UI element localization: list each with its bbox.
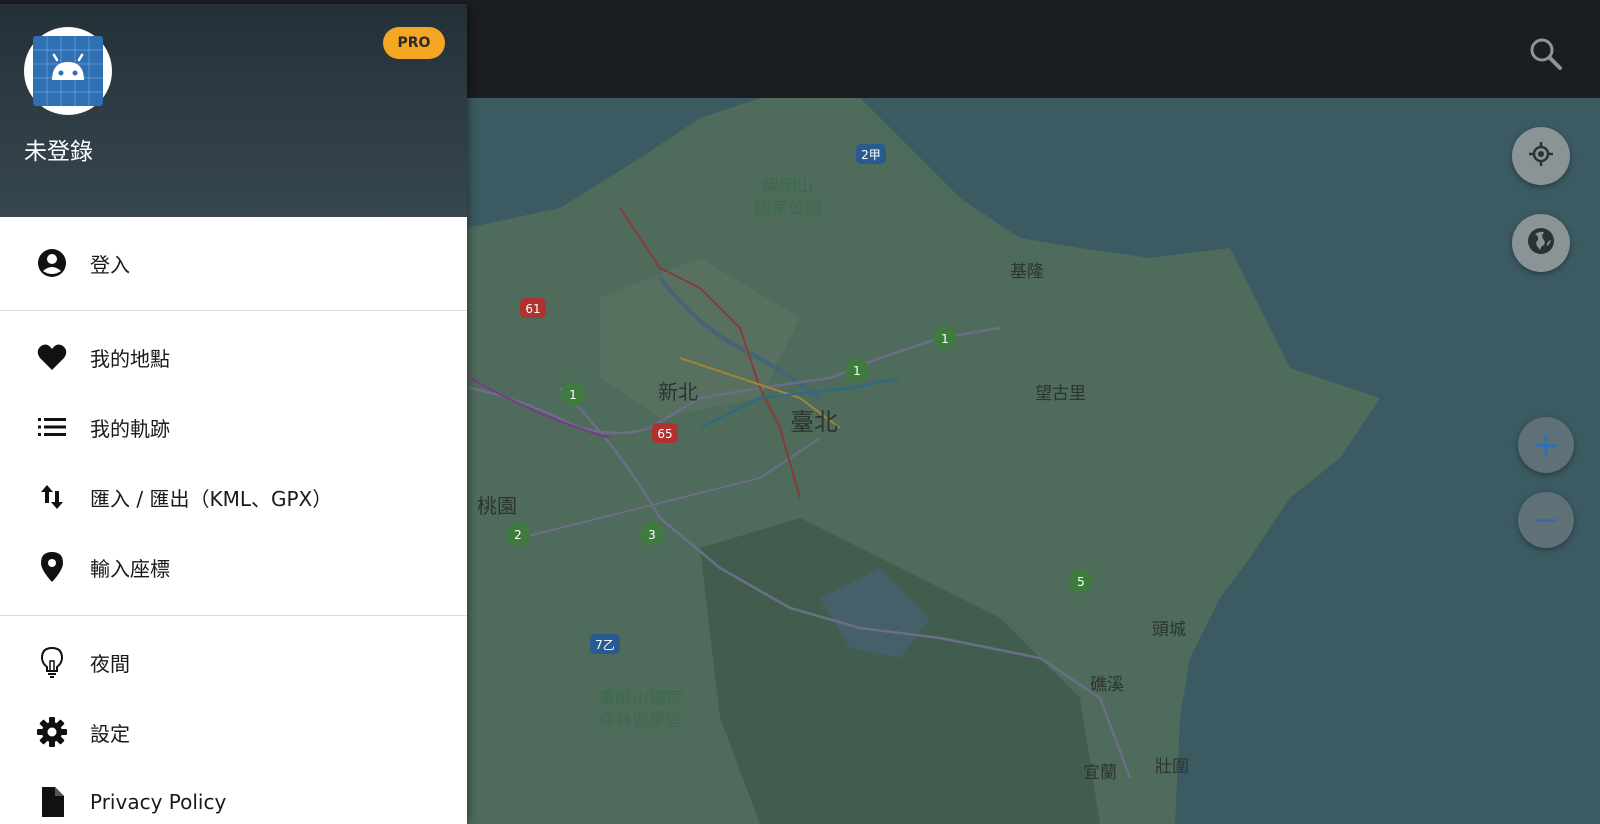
road-shield: 2甲 [856, 144, 886, 164]
map-label-taoyuan: 桃園 [477, 494, 517, 518]
svg-text:2: 2 [514, 528, 522, 542]
map-label-wangguli: 望古里 [1035, 384, 1086, 404]
zoom-out-button[interactable]: − [1518, 492, 1574, 548]
drawer-header: PRO 未登錄 [0, 4, 467, 217]
document-icon [36, 786, 68, 818]
heart-icon [36, 341, 68, 373]
globe-icon [1526, 226, 1556, 260]
svg-text:1: 1 [569, 388, 577, 402]
map-layers-button[interactable] [1512, 214, 1570, 272]
svg-text:3: 3 [648, 528, 656, 542]
menu-item-label: Privacy Policy [90, 790, 227, 814]
menu-item-night-mode[interactable]: 夜間 [0, 630, 467, 694]
menu-item-import-export[interactable]: 匯入 / 匯出（KML、GPX） [0, 465, 467, 529]
username: 未登錄 [24, 139, 93, 165]
svg-text:5: 5 [1077, 575, 1085, 589]
menu-item-label: 我的軌跡 [90, 416, 170, 441]
pro-badge[interactable]: PRO [383, 27, 445, 59]
account-circle-icon [36, 247, 68, 279]
import-export-icon [36, 481, 68, 513]
divider [0, 310, 467, 311]
menu-item-login[interactable]: 登入 [0, 231, 467, 295]
my-location-icon [1527, 140, 1555, 172]
menu-item-enter-coordinates[interactable]: 輸入座標 [0, 535, 467, 599]
avatar[interactable] [24, 27, 112, 115]
menu-item-my-tracks[interactable]: 我的軌跡 [0, 395, 467, 459]
road-shield: 65 [652, 423, 678, 443]
road-shield: 3 [640, 522, 664, 546]
road-shield: 1 [933, 326, 957, 350]
menu-item-label: 登入 [90, 252, 130, 277]
menu-item-my-places[interactable]: 我的地點 [0, 325, 467, 389]
map-label-zhuangwei: 壯圍 [1155, 757, 1189, 777]
map-label-text: 東眼山國家 森林遊樂區 [598, 689, 683, 731]
road-shield: 7乙 [590, 634, 620, 654]
road-shield: 2 [506, 522, 530, 546]
svg-text:1: 1 [941, 332, 949, 346]
gear-icon [36, 716, 68, 748]
svg-text:2甲: 2甲 [861, 148, 881, 162]
navigation-drawer: PRO 未登錄 登入 我的地點 我的軌跡 匯入 / 匯出（KML、GPX） 輸入… [0, 4, 467, 824]
road-shield: 1 [845, 358, 869, 382]
menu-item-label: 夜間 [90, 651, 130, 676]
map-label-toucheng: 頭城 [1152, 620, 1186, 640]
map-label-text: 陽明山 國家公園 [754, 177, 822, 219]
divider [0, 615, 467, 616]
svg-text:7乙: 7乙 [595, 638, 615, 652]
android-icon [33, 36, 103, 106]
list-icon [36, 411, 68, 443]
menu-item-privacy-policy[interactable]: Privacy Policy [0, 770, 467, 824]
road-shield: 5 [1069, 569, 1093, 593]
menu-item-label: 輸入座標 [90, 556, 170, 581]
svg-text:1: 1 [853, 364, 861, 378]
svg-text:65: 65 [657, 427, 672, 441]
zoom-in-icon: + [1531, 425, 1561, 465]
my-location-button[interactable] [1512, 127, 1570, 185]
menu-item-label: 設定 [90, 721, 130, 746]
map-label-taipei: 臺北 [790, 408, 838, 436]
location-pin-icon [36, 551, 68, 583]
road-shield: 61 [520, 298, 546, 318]
map-label-yilan: 宜蘭 [1083, 763, 1117, 783]
menu-item-settings[interactable]: 設定 [0, 700, 467, 764]
zoom-out-icon: − [1531, 500, 1561, 540]
map-label-jiaoxi: 礁溪 [1090, 675, 1124, 695]
svg-text:61: 61 [525, 302, 540, 316]
lightbulb-icon [36, 646, 68, 678]
map-label-dongyanshan: 東眼山國家 森林遊樂區 [598, 688, 683, 732]
search-icon [1528, 36, 1564, 76]
menu-item-label: 匯入 / 匯出（KML、GPX） [90, 486, 333, 511]
zoom-in-button[interactable]: + [1518, 417, 1574, 473]
map-label-keelung: 基隆 [1010, 262, 1044, 282]
app-screen: 2甲 61 65 7乙 1 1 1 2 3 5 陽明山 國家公園 基隆 新北 臺… [0, 0, 1600, 824]
menu-item-label: 我的地點 [90, 346, 170, 371]
search-button[interactable] [1520, 30, 1572, 82]
map-label-xinbei: 新北 [658, 380, 698, 404]
map-label-yangmingshan: 陽明山 國家公園 [754, 176, 822, 220]
road-shield: 1 [561, 382, 585, 406]
